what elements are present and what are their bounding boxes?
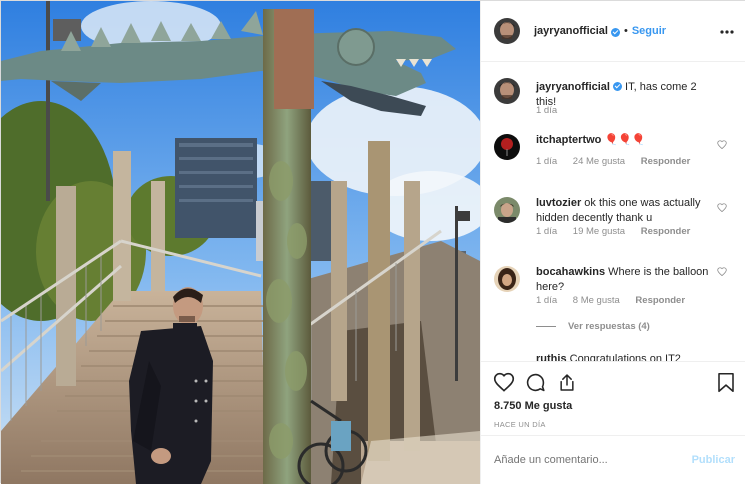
replies-divider [536,326,556,327]
like-heart-icon [493,372,515,392]
photo-scene [1,1,480,484]
heart-icon[interactable] [493,372,515,395]
comment-text: itchaptertwo 🎈🎈🎈 [536,133,716,148]
comment-username[interactable]: jayryanofficial [536,81,610,93]
save-bookmark-icon [718,372,734,393]
comment-body: 🎈🎈🎈 [604,134,646,146]
heart-icon[interactable] [717,203,727,215]
bocahawkins-avatar-image [494,266,520,292]
avatar[interactable] [494,266,520,292]
likes-count[interactable]: 8.750 Me gusta [494,400,572,412]
verified-badge-icon [612,82,622,91]
post-timestamp[interactable]: HACE UN DÍA [494,420,546,429]
publish-button[interactable]: Publicar [692,454,735,466]
comment-meta: 1 día 19 Me gusta Responder [536,226,703,237]
small-heart-icon [717,140,727,150]
itchaptertwo-avatar-image [494,134,520,160]
view-replies-button[interactable]: Ver respuestas (4) [536,321,650,332]
share-arrow-icon [560,374,574,391]
instagram-post: jayryanofficial • Seguir jayryanofficial… [0,0,745,484]
comment-bubble-icon [526,373,545,392]
comment-body: Congratulations on IT2 [569,353,681,361]
view-replies-label: Ver respuestas (4) [568,321,650,332]
comment-time[interactable]: 1 día [536,105,557,116]
avatar[interactable] [494,197,520,223]
luvtozier-avatar-image [494,197,520,223]
author-avatar-image [494,18,520,44]
more-dots-icon [720,30,734,34]
comment-meta: 1 día [536,105,570,116]
heart-icon[interactable] [717,140,727,152]
comment-likes[interactable]: 19 Me gusta [573,226,625,237]
comment-meta: 1 día 8 Me gusta Responder [536,295,698,306]
action-bar: 8.750 Me gusta HACE UN DÍA [481,361,745,435]
post-sidebar: jayryanofficial • Seguir jayryanofficial… [480,1,745,484]
share-icon[interactable] [557,372,577,396]
reply-button[interactable]: Responder [641,156,691,167]
comment-time[interactable]: 1 día [536,295,557,306]
comment-text: luvtozier ok this one was actually hidde… [536,196,716,226]
comments-list[interactable]: jayryanofficial IT, has come 2 this! 1 d… [481,63,745,361]
comment-username[interactable]: itchaptertwo [536,134,601,146]
comment-username[interactable]: ruthis [536,353,567,361]
comment-username[interactable]: bocahawkins [536,266,605,278]
comment-icon[interactable] [525,372,546,396]
post-photo[interactable] [1,1,480,484]
author-username[interactable]: jayryanofficial [534,25,608,37]
heart-icon[interactable] [717,267,727,279]
separator-dot: • [623,25,628,37]
comment-likes[interactable]: 24 Me gusta [573,156,625,167]
add-comment-bar: Publicar [481,435,745,484]
comment-username[interactable]: luvtozier [536,197,581,209]
follow-button[interactable]: Seguir [632,25,666,37]
reply-button[interactable]: Responder [641,226,691,237]
small-heart-icon [717,203,727,213]
avatar[interactable] [494,134,520,160]
post-header: jayryanofficial • Seguir [481,1,745,62]
comment-text: ruthis Congratulations on IT2 [536,352,716,361]
reply-button[interactable]: Responder [635,295,685,306]
comment-input[interactable] [494,454,674,466]
comment-meta: 1 día 24 Me gusta Responder [536,156,703,167]
caption-avatar-image [494,78,520,104]
comment-likes[interactable]: 8 Me gusta [573,295,620,306]
comment-time[interactable]: 1 día [536,156,557,167]
action-icons [493,372,739,394]
bookmark-icon[interactable] [717,372,735,396]
comment-text: bocahawkins Where is the balloon here? [536,265,716,295]
avatar[interactable] [494,18,520,44]
comment-time[interactable]: 1 día [536,226,557,237]
small-heart-icon [717,267,727,277]
avatar[interactable] [494,78,520,104]
more-horizontal-icon[interactable] [720,21,734,37]
verified-badge-icon [610,27,620,37]
